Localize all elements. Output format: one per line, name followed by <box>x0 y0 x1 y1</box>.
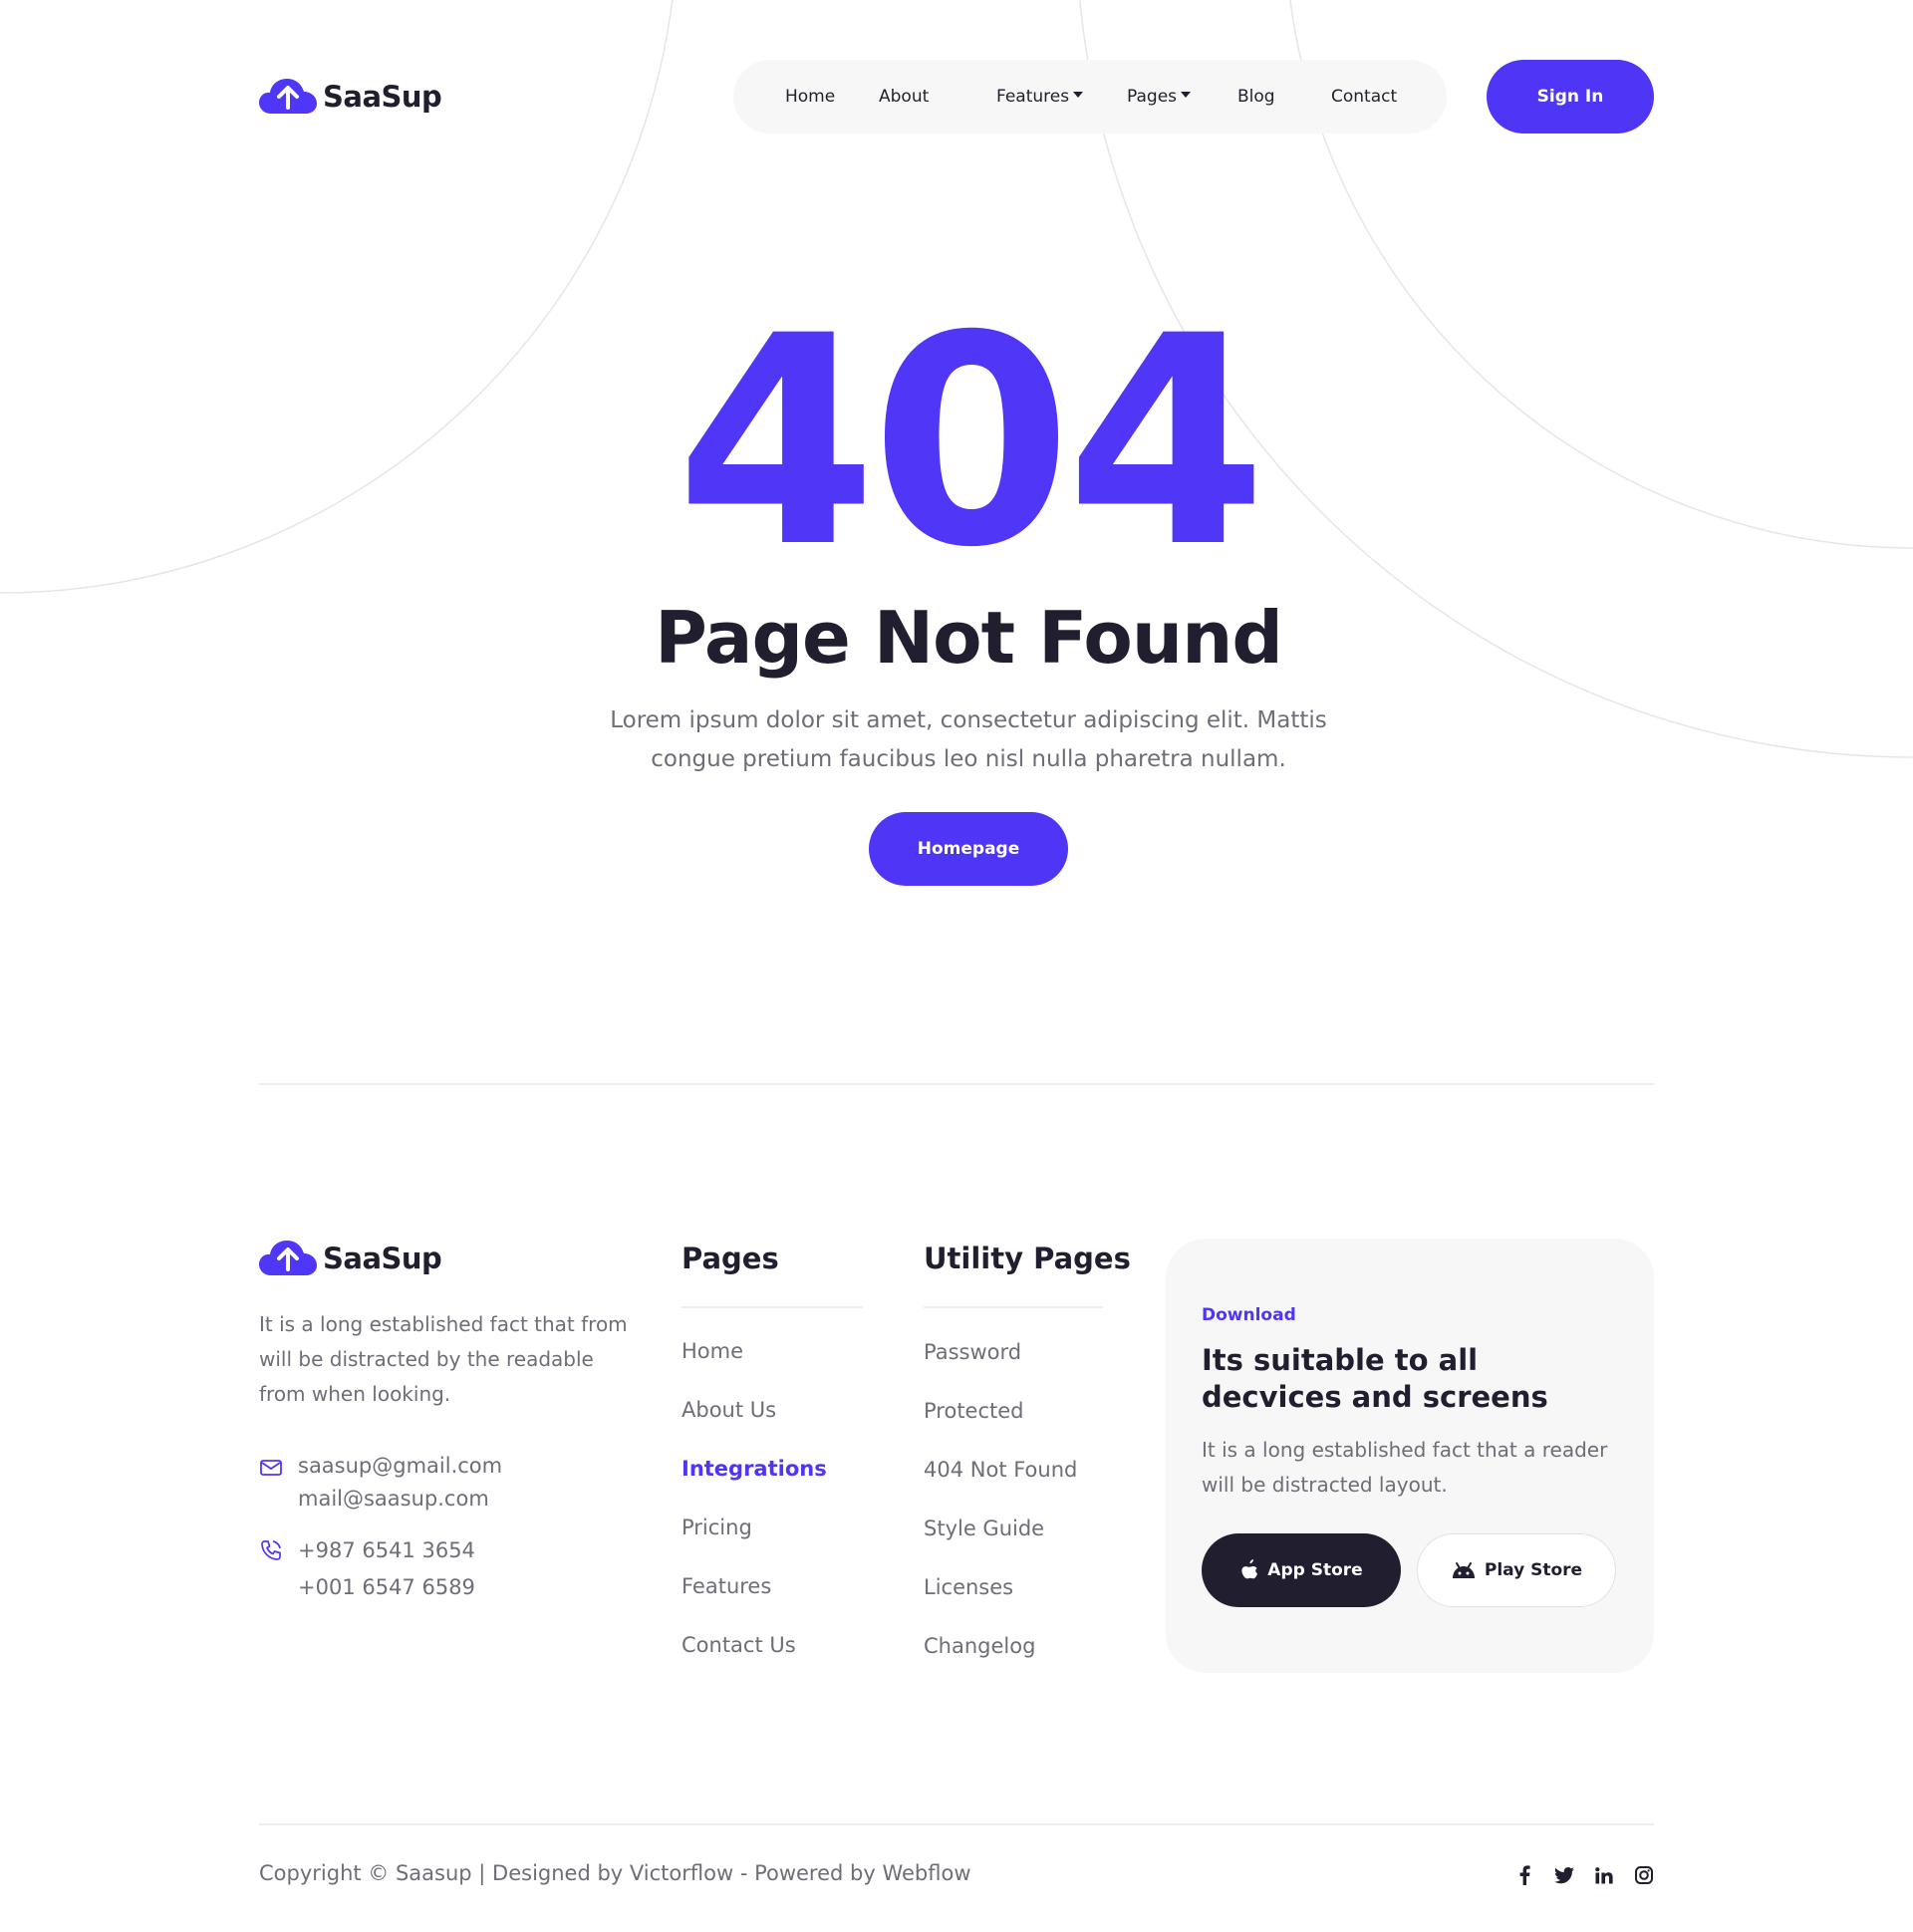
mail-icon <box>260 1460 282 1476</box>
linkedin-icon[interactable] <box>1584 1863 1624 1887</box>
android-icon <box>1451 1561 1477 1579</box>
social-links <box>1504 1863 1664 1887</box>
nav-pages[interactable]: Pages <box>1127 60 1192 134</box>
download-title: Its suitable to all decvices and screens <box>1202 1343 1548 1414</box>
logo[interactable]: SaaSup <box>259 75 442 119</box>
footer-link-licenses[interactable]: Licenses <box>924 1575 1013 1599</box>
twitter-icon[interactable] <box>1544 1863 1584 1887</box>
footer-logo-text: SaaSup <box>323 1242 442 1275</box>
footer-link-404[interactable]: 404 Not Found <box>924 1458 1077 1482</box>
homepage-button[interactable]: Homepage <box>869 812 1068 886</box>
section-divider <box>259 1083 1654 1085</box>
footer-link-home[interactable]: Home <box>682 1339 743 1363</box>
footer-link-about-us[interactable]: About Us <box>682 1398 776 1422</box>
page-title: Page Not Found <box>655 596 1283 680</box>
phone-primary[interactable]: +987 6541 3654 <box>298 1532 475 1569</box>
footer-divider <box>259 1823 1654 1825</box>
footer-link-password[interactable]: Password <box>924 1340 1021 1364</box>
cloud-upload-icon <box>259 79 317 114</box>
email-secondary[interactable]: mail@saasup.com <box>298 1483 502 1516</box>
download-tag: Download <box>1202 1305 1296 1325</box>
play-store-button[interactable]: Play Store <box>1417 1533 1616 1607</box>
phone-icon <box>261 1540 281 1560</box>
pages-column-title: Pages <box>682 1242 779 1275</box>
error-code: 404 <box>676 275 1266 611</box>
sign-in-button[interactable]: Sign In <box>1487 60 1654 134</box>
instagram-icon[interactable] <box>1624 1863 1664 1887</box>
apple-icon <box>1239 1559 1259 1581</box>
cloud-upload-icon <box>259 1241 317 1275</box>
nav-features[interactable]: Features <box>996 60 1084 134</box>
app-store-label: App Store <box>1267 1560 1363 1580</box>
logo-text: SaaSup <box>323 80 442 114</box>
nav-features-label: Features <box>996 87 1070 107</box>
utility-column-title: Utility Pages <box>924 1242 1131 1275</box>
footer-link-features[interactable]: Features <box>682 1574 771 1598</box>
nav-blog[interactable]: Blog <box>1237 60 1275 134</box>
download-card: Download Its suitable to all decvices an… <box>1166 1239 1654 1673</box>
hero-description: Lorem ipsum dolor sit amet, consectetur … <box>610 707 1327 772</box>
chevron-down-icon <box>1181 92 1192 98</box>
phone-contact: +987 6541 3654 +001 6547 6589 <box>259 1532 475 1606</box>
site-header: SaaSup Home About Features Pages Blog Co… <box>259 60 1654 134</box>
footer-about-text: It is a long established fact that from … <box>259 1312 628 1406</box>
footer-link-protected[interactable]: Protected <box>924 1399 1024 1423</box>
download-description: It is a long established fact that a rea… <box>1202 1438 1608 1497</box>
chevron-down-icon <box>1073 92 1084 98</box>
play-store-label: Play Store <box>1484 1560 1583 1580</box>
footer-link-style-guide[interactable]: Style Guide <box>924 1517 1044 1540</box>
footer-link-contact-us[interactable]: Contact Us <box>682 1633 796 1657</box>
column-divider <box>924 1306 1103 1308</box>
email-primary[interactable]: saasup@gmail.com <box>298 1450 502 1483</box>
main-nav: Home About Features Pages Blog Contact <box>733 60 1447 134</box>
app-store-button[interactable]: App Store <box>1202 1533 1401 1607</box>
footer-link-integrations[interactable]: Integrations <box>682 1457 827 1481</box>
facebook-icon[interactable] <box>1504 1863 1544 1887</box>
phone-secondary[interactable]: +001 6547 6589 <box>298 1569 475 1606</box>
copyright-text: Copyright © Saasup | Designed by Victorf… <box>259 1861 971 1885</box>
nav-about[interactable]: About <box>879 60 929 134</box>
email-contact: saasup@gmail.com mail@saasup.com <box>259 1450 502 1516</box>
nav-pages-label: Pages <box>1127 87 1178 107</box>
footer-link-changelog[interactable]: Changelog <box>924 1634 1035 1658</box>
nav-home[interactable]: Home <box>785 60 835 134</box>
footer-logo[interactable]: SaaSup <box>259 1237 442 1280</box>
column-divider <box>682 1306 863 1308</box>
nav-contact[interactable]: Contact <box>1331 60 1397 134</box>
footer-link-pricing[interactable]: Pricing <box>682 1516 752 1539</box>
